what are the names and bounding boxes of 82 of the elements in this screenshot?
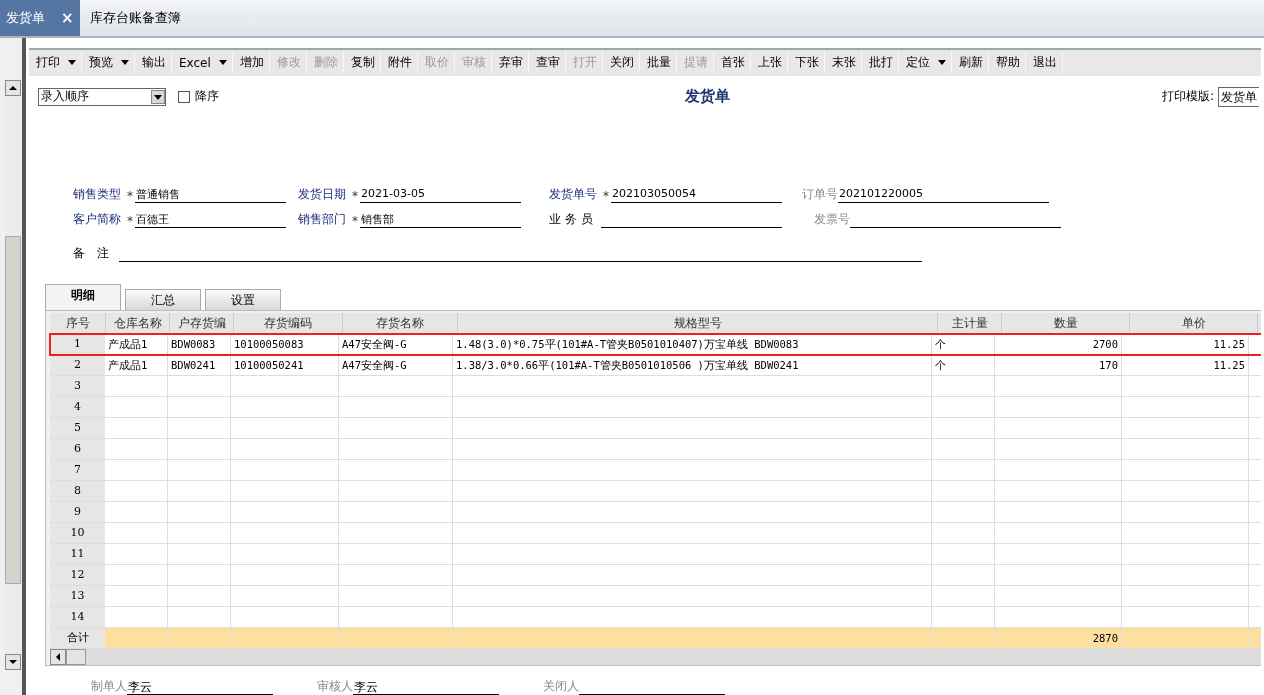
row-number: 3 <box>50 375 105 396</box>
scrollbar[interactable] <box>5 80 21 670</box>
field-label: 备 注 <box>73 244 110 262</box>
field-label: 订单号 <box>802 185 838 203</box>
field-label: 销售部门 <box>298 210 347 228</box>
template-label: 打印模版: <box>1161 88 1214 106</box>
tab[interactable]: 汇总 <box>125 288 201 310</box>
column-header[interactable]: 规格型号 <box>458 312 938 333</box>
field-label: 销售类型 <box>73 185 122 203</box>
scroll-up-icon[interactable] <box>5 80 21 96</box>
tab[interactable]: 明细 <box>45 283 121 310</box>
row-number: 2 <box>50 354 105 375</box>
input-field[interactable]: 李云 <box>127 679 273 695</box>
row-number: 6 <box>50 438 105 459</box>
row-number: 14 <box>50 606 105 627</box>
row-number: 11 <box>50 543 105 564</box>
column-header[interactable]: 主计量 <box>938 312 1002 333</box>
input-field[interactable]: 202101220005 <box>838 186 1049 203</box>
field-label: 发货单号 <box>549 185 598 203</box>
field-label: 客户简称 <box>73 210 122 228</box>
input-field[interactable]: 202103050054 <box>611 186 782 203</box>
required-mark: * <box>351 213 359 228</box>
input-field[interactable]: 普通销售 <box>135 186 286 203</box>
row-number: 4 <box>50 396 105 417</box>
field-label: 制单人 <box>91 678 127 695</box>
required-mark: * <box>126 213 134 228</box>
column-header[interactable]: 序号 <box>50 312 106 333</box>
table-cell: BDW0083 <box>168 333 231 354</box>
row-number: 12 <box>50 564 105 585</box>
field-label: 关闭人 <box>543 678 579 695</box>
column-header[interactable]: 存货名称 <box>343 312 458 333</box>
required-mark: * <box>602 188 610 203</box>
row-number: 1 <box>50 333 105 354</box>
row-number: 9 <box>50 501 105 522</box>
field-label: 业 务 员 <box>549 210 594 228</box>
row-number: 5 <box>50 417 105 438</box>
field-label: 审核人 <box>317 678 353 695</box>
table-cell: 2700 <box>995 333 1122 354</box>
row-number: 7 <box>50 459 105 480</box>
input-field[interactable]: 销售部 <box>360 211 521 228</box>
table-cell: 产成品1 <box>105 354 168 375</box>
scroll-down-icon[interactable] <box>5 654 21 670</box>
total-cell: 2870 <box>995 627 1122 648</box>
column-header[interactable]: 仓库名称 <box>106 312 170 333</box>
sort-dropdown[interactable]: 录入顺序 <box>38 87 166 106</box>
total-label: 合计 <box>50 627 105 648</box>
table-cell: 个 <box>932 333 995 354</box>
row-number: 10 <box>50 522 105 543</box>
table-cell: 10100050241 <box>231 354 339 375</box>
document-title: 发货单 <box>685 87 730 107</box>
close-icon[interactable]: × <box>61 9 74 27</box>
table-cell: 11.25 <box>1122 354 1249 375</box>
table-cell: 170 <box>995 354 1122 375</box>
checkbox-label: 降序 <box>195 88 219 106</box>
column-header[interactable]: 存货编码 <box>234 312 343 333</box>
column-header[interactable]: 单价 <box>1130 312 1258 333</box>
table-cell: BDW0241 <box>168 354 231 375</box>
checkbox[interactable] <box>178 90 190 103</box>
template-field[interactable]: 发货单 <box>1218 86 1259 107</box>
column-header[interactable]: 户存货编 <box>170 312 234 333</box>
field-label: 发货日期 <box>298 185 347 203</box>
row-number: 13 <box>50 585 105 606</box>
table-cell: 1.48(3.0)*0.75平(101#A-T管夹B0501010407)万宝单线 BDW0083 <box>453 333 932 354</box>
column-header[interactable]: 数量 <box>1002 312 1130 333</box>
required-mark: * <box>351 188 359 203</box>
table-cell: A47安全阀-G <box>339 333 453 354</box>
table-cell: 11.25 <box>1122 333 1249 354</box>
table-cell: A47安全阀-G <box>339 354 453 375</box>
table-cell: 个 <box>932 354 995 375</box>
document-tab[interactable]: 库存台账备查簿 <box>80 0 193 36</box>
table-cell: 10100050083 <box>231 333 339 354</box>
document-tab[interactable]: 发货单 × <box>0 0 80 36</box>
scroll-left-icon[interactable] <box>50 648 66 665</box>
table-cell: 1.38/3.0*0.66平(101#A-T管夹B0501010506 )万宝单线 BDW0241 <box>453 354 932 375</box>
table-cell: 产成品1 <box>105 333 168 354</box>
input-field[interactable]: 百德王 <box>135 211 286 228</box>
input-field[interactable]: 2021-03-05 <box>360 186 521 203</box>
required-mark: * <box>126 188 134 203</box>
tab[interactable]: 设置 <box>205 288 281 310</box>
input-field[interactable]: 李云 <box>353 679 499 695</box>
field-label: 发票号 <box>814 210 850 228</box>
row-number: 8 <box>50 480 105 501</box>
